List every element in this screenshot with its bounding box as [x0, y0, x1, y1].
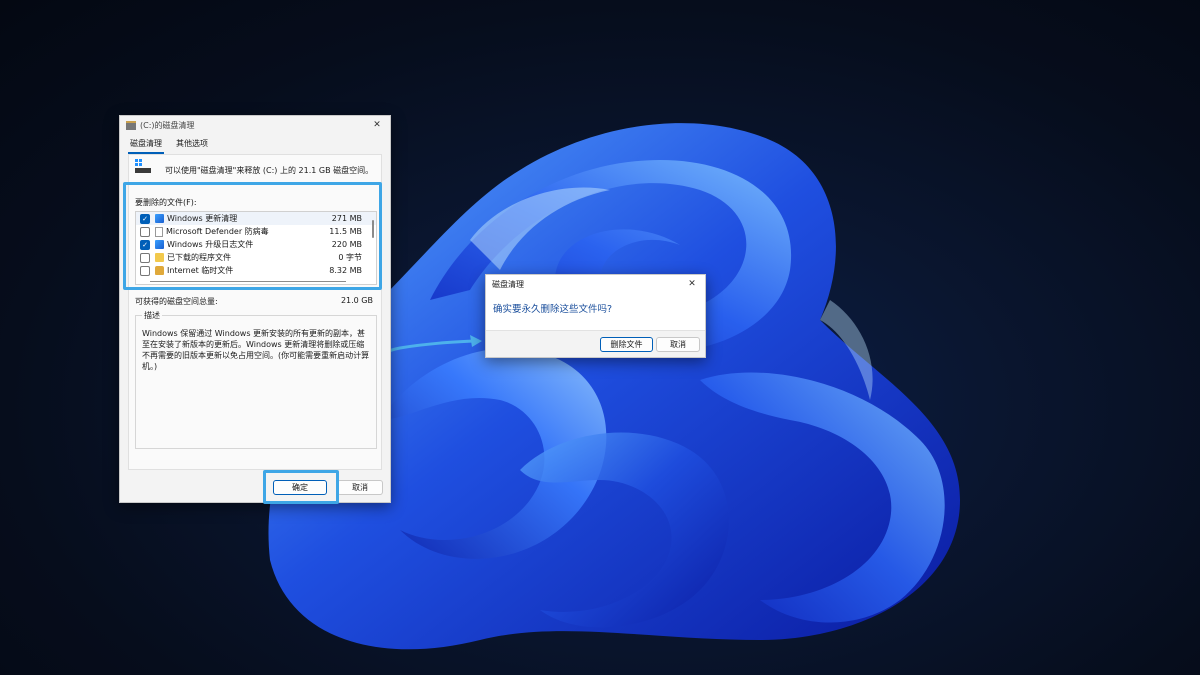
close-icon[interactable]: ✕	[685, 277, 699, 291]
dialog-title: (C:)的磁盘清理	[140, 120, 195, 130]
confirm-cancel-button[interactable]: 取消	[656, 337, 700, 352]
disk-cleanup-dialog: (C:)的磁盘清理 ✕ 磁盘清理 其他选项 可以使用"磁盘清理"来释放 (C:)…	[119, 115, 391, 503]
tab-more-options[interactable]: 其他选项	[174, 136, 210, 154]
description-text: Windows 保留通过 Windows 更新安装的所有更新的副本，甚至在安装了…	[142, 329, 370, 371]
confirm-dialog: 磁盘清理 ✕ 确实要永久删除这些文件吗? 删除文件 取消	[485, 274, 706, 358]
delete-files-button[interactable]: 删除文件	[600, 337, 653, 352]
disk-cleanup-icon	[135, 159, 151, 173]
description-label: 描述	[142, 310, 162, 321]
files-highlight-box	[123, 182, 382, 290]
ok-highlight-box	[263, 470, 339, 504]
title-bar: (C:)的磁盘清理 ✕	[120, 116, 390, 134]
tab-strip: 磁盘清理 其他选项	[120, 134, 390, 154]
intro-text: 可以使用"磁盘清理"来释放 (C:) 上的 21.1 GB 磁盘空间。	[165, 166, 374, 175]
total-space-value: 21.0 GB	[340, 296, 373, 305]
close-icon[interactable]: ✕	[370, 118, 384, 132]
tab-disk-cleanup[interactable]: 磁盘清理	[128, 136, 164, 154]
description-group: 描述 Windows 保留通过 Windows 更新安装的所有更新的副本，甚至在…	[135, 310, 377, 449]
total-space-label: 可获得的磁盘空间总量:	[135, 297, 218, 306]
drive-icon	[126, 120, 136, 130]
cancel-button[interactable]: 取消	[337, 480, 383, 495]
confirm-title: 磁盘清理	[492, 279, 524, 289]
confirm-title-bar: 磁盘清理 ✕	[486, 275, 705, 293]
confirm-message: 确实要永久删除这些文件吗?	[493, 304, 613, 315]
